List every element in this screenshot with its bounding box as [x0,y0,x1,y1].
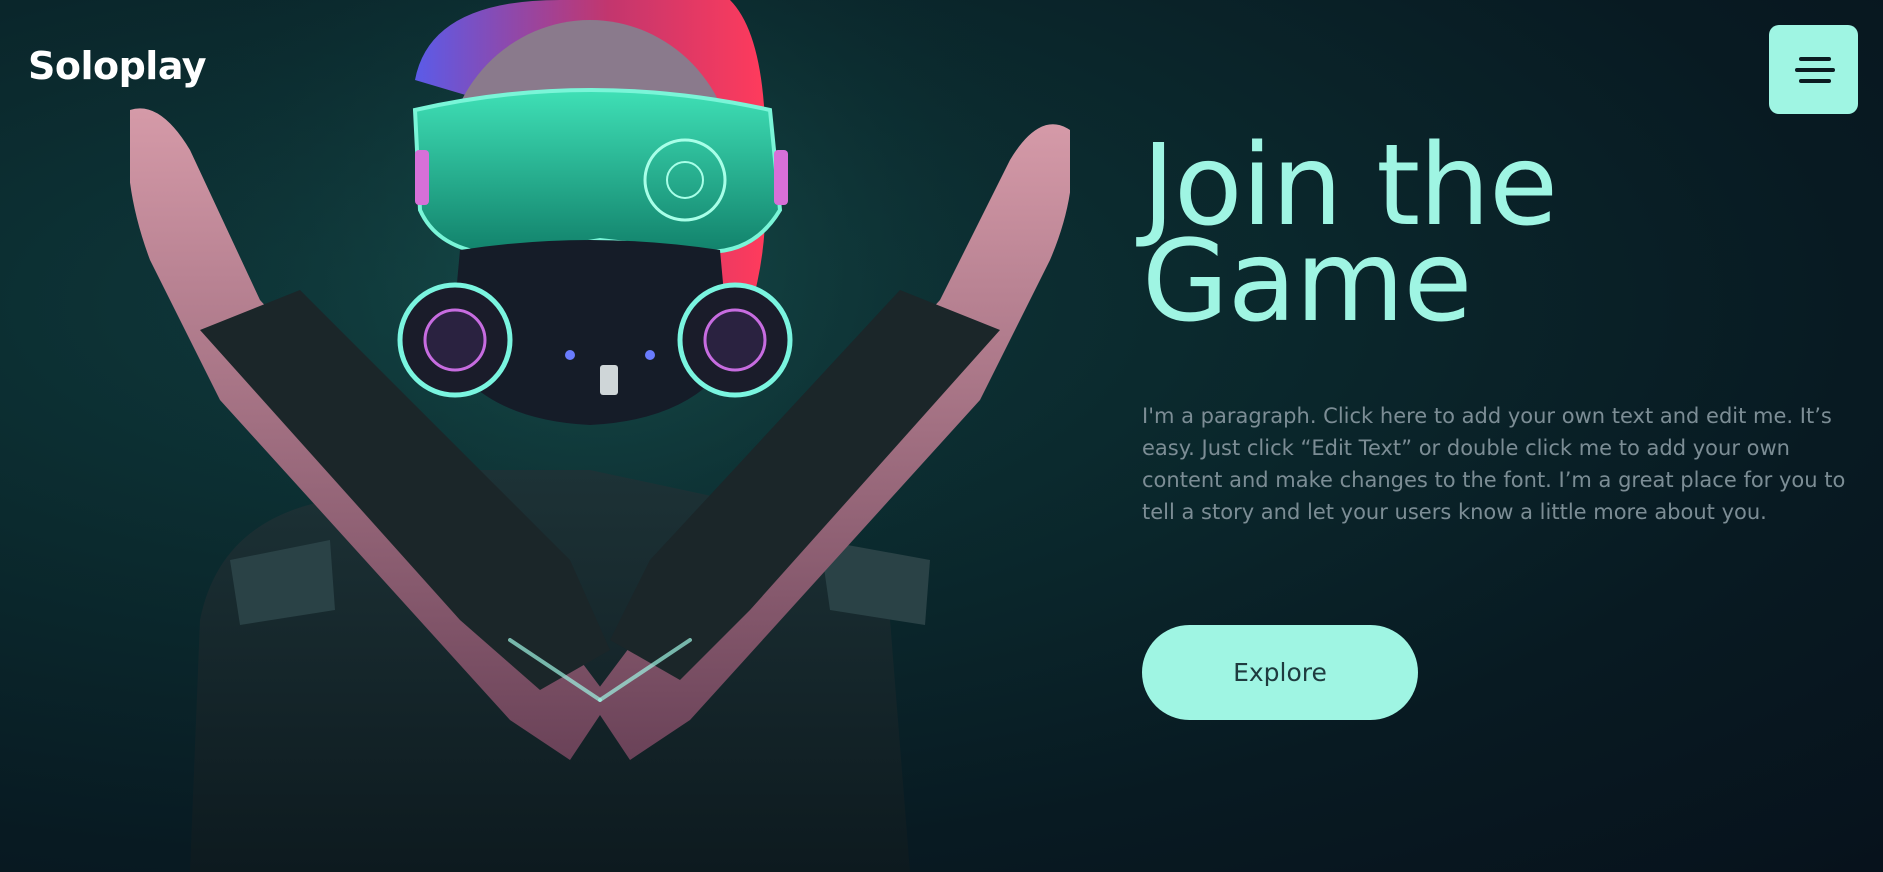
explore-button[interactable]: Explore [1142,625,1418,720]
hero-image [130,0,1070,872]
site-logo[interactable]: Soloplay [28,44,207,88]
hero-paragraph: I'm a paragraph. Click here to add your … [1142,404,1846,524]
hero-headline: Join the Game [1142,130,1558,338]
menu-button[interactable] [1769,25,1858,114]
hamburger-menu-icon [1795,53,1835,87]
